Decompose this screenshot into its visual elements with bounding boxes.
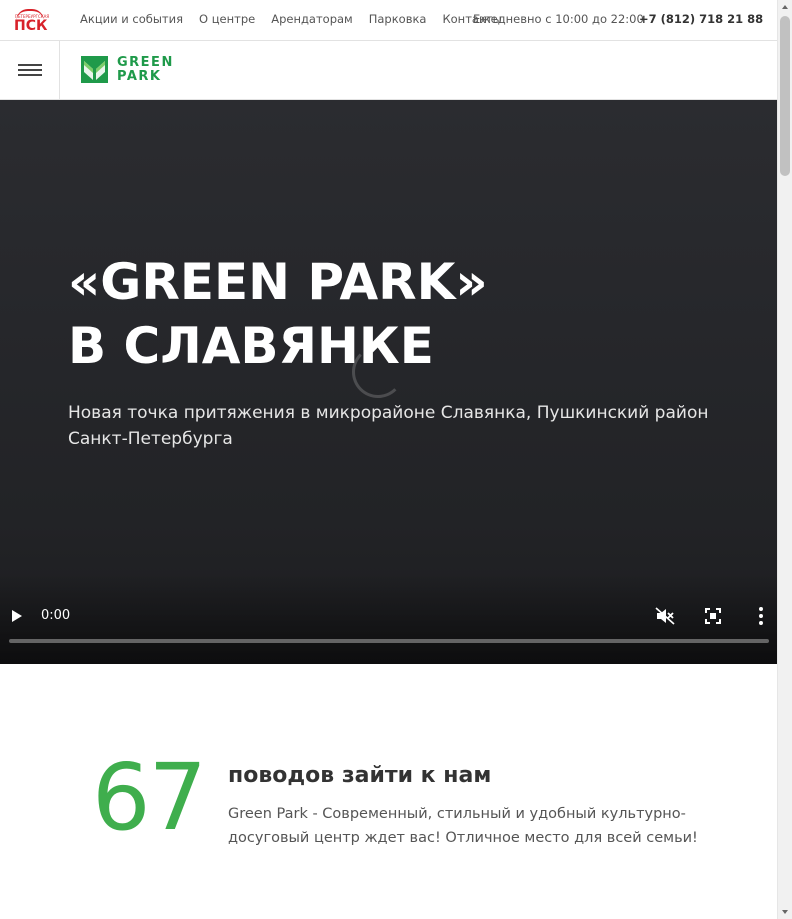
video-time: 0:00 bbox=[41, 608, 71, 623]
green-park-leaf-icon bbox=[81, 56, 108, 83]
scrollbar-thumb[interactable] bbox=[780, 16, 790, 176]
hero-title: «GREEN PARK» В СЛАВЯНКЕ bbox=[68, 250, 488, 378]
nav-link-promotions[interactable]: Акции и события bbox=[80, 12, 183, 26]
reasons-text: Green Park - Современный, стильный и удо… bbox=[228, 806, 698, 846]
hero-video[interactable]: «GREEN PARK» В СЛАВЯНКЕ Новая точка прит… bbox=[0, 100, 777, 664]
top-bar: ПЕТЕРБУРГСКАЯ ПСК Акции и события О цент… bbox=[0, 0, 777, 41]
more-options-icon[interactable] bbox=[758, 607, 764, 625]
opening-hours: Ежедневно с 10:00 до 22:00 bbox=[473, 12, 644, 26]
menu-icon-line bbox=[18, 64, 42, 66]
video-controls: 0:00 bbox=[0, 594, 777, 664]
top-nav: Акции и события О центре Арендаторам Пар… bbox=[80, 12, 518, 26]
psk-logo-text: ПСК bbox=[14, 18, 48, 34]
logo-line-2: PARK bbox=[117, 69, 162, 84]
phone-link[interactable]: +7 (812) 718 21 88 bbox=[639, 12, 763, 26]
psk-logo[interactable]: ПЕТЕРБУРГСКАЯ ПСК bbox=[13, 9, 49, 34]
page-scrollbar[interactable] bbox=[777, 0, 792, 919]
play-icon[interactable] bbox=[12, 610, 22, 622]
logo-line-1: GREEN bbox=[117, 55, 174, 70]
reasons-title: поводов зайти к нам bbox=[228, 763, 492, 788]
scroll-down-arrow-icon[interactable] bbox=[782, 910, 788, 914]
hero-title-line-1: «GREEN PARK» bbox=[68, 253, 488, 311]
nav-link-about[interactable]: О центре bbox=[199, 12, 255, 26]
page: ПЕТЕРБУРГСКАЯ ПСК Акции и события О цент… bbox=[0, 0, 777, 919]
fullscreen-icon[interactable] bbox=[705, 608, 721, 624]
reasons-section: 67 поводов зайти к нам Green Park - Совр… bbox=[0, 664, 777, 919]
nav-link-parking[interactable]: Парковка bbox=[369, 12, 427, 26]
main-header: GREEN PARK bbox=[0, 41, 777, 100]
menu-icon-line bbox=[18, 69, 42, 71]
muted-speaker-icon[interactable] bbox=[655, 607, 675, 625]
green-park-logo[interactable]: GREEN PARK bbox=[81, 56, 173, 86]
nav-link-tenants[interactable]: Арендаторам bbox=[271, 12, 353, 26]
hero-subtitle: Новая точка притяжения в микрорайоне Сла… bbox=[68, 403, 709, 449]
hero-title-line-2: В СЛАВЯНКЕ bbox=[68, 317, 434, 375]
green-park-logo-text: GREEN PARK bbox=[117, 56, 174, 84]
menu-icon-line bbox=[18, 74, 42, 76]
scroll-up-arrow-icon[interactable] bbox=[782, 5, 788, 9]
video-progress-bar[interactable] bbox=[9, 639, 769, 643]
menu-button[interactable] bbox=[0, 41, 60, 100]
reasons-count: 67 bbox=[92, 744, 207, 851]
